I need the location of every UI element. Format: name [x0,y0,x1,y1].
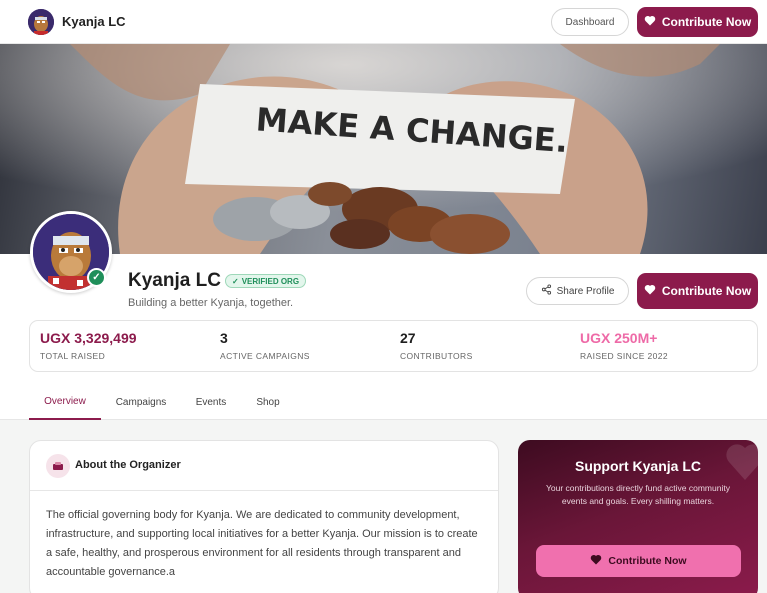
stat-label: TOTAL RAISED [40,351,106,361]
nav-org-name: Kyanja LC [62,14,126,29]
verified-label: VERIFIED ORG [241,276,300,286]
stat-value: 27 [400,330,416,346]
profile-tabs: Overview Campaigns Events Shop [0,384,767,420]
hero-banner: MAKE A CHANGE. [0,44,767,254]
support-card: Support Kyanja LC Your contributions dir… [518,440,758,593]
contribute-button-support[interactable]: Contribute Now [536,545,741,577]
hero-image: MAKE A CHANGE. [0,44,767,254]
stat-active-campaigns: 3 ACTIVE CAMPAIGNS [220,330,310,361]
contribute-button-profile[interactable]: Contribute Now [637,273,758,309]
about-title: About the Organizer [75,459,181,471]
check-icon: ✓ [232,276,239,286]
dashboard-button[interactable]: Dashboard [551,8,629,36]
tab-events[interactable]: Events [187,384,235,420]
organizer-icon [46,454,70,478]
share-label: Share Profile [556,285,615,297]
stat-total-raised: UGX 3,329,499 TOTAL RAISED [40,330,137,361]
contribute-label: Contribute Now [661,15,752,29]
tab-overview[interactable]: Overview [29,384,101,420]
contribute-label: Contribute Now [661,284,752,298]
support-description: Your contributions directly fund active … [546,483,730,506]
heart-icon [644,15,656,29]
top-nav: Kyanja LC Dashboard Contribute Now [0,0,767,44]
stat-raised-since: UGX 250M+ RAISED SINCE 2022 [580,330,668,361]
support-title: Support Kyanja LC [574,458,701,474]
heart-icon [644,284,656,298]
verified-badge: ✓ VERIFIED ORG [225,274,307,288]
org-tagline: Building a better Kyanja, together. [128,297,294,309]
stats-bar: UGX 3,329,499 TOTAL RAISED 3 ACTIVE CAMP… [29,320,758,372]
stat-contributors: 27 CONTRIBUTORS [400,330,473,361]
heart-icon [590,554,602,568]
about-header: About the Organizer [30,441,498,491]
stat-value: UGX 250M+ [580,330,658,346]
stat-label: RAISED SINCE 2022 [580,351,669,361]
tab-shop[interactable]: Shop [248,384,288,420]
stat-label: ACTIVE CAMPAIGNS [220,351,310,361]
about-organizer-card: About the Organizer The official governi… [29,440,499,593]
about-description: The official governing body for Kyanja. … [46,509,478,578]
share-icon [541,284,552,298]
stat-value: 3 [220,330,228,346]
tab-campaigns[interactable]: Campaigns [107,384,175,420]
org-logo[interactable] [28,9,54,35]
stat-value: UGX 3,329,499 [40,330,137,346]
verified-check-icon: ✓ [87,268,106,287]
share-profile-button[interactable]: Share Profile [526,277,629,305]
stat-label: CONTRIBUTORS [400,351,473,361]
contribute-button-nav[interactable]: Contribute Now [637,7,758,37]
org-name: Kyanja LC [128,270,221,291]
contribute-label: Contribute Now [608,555,687,567]
